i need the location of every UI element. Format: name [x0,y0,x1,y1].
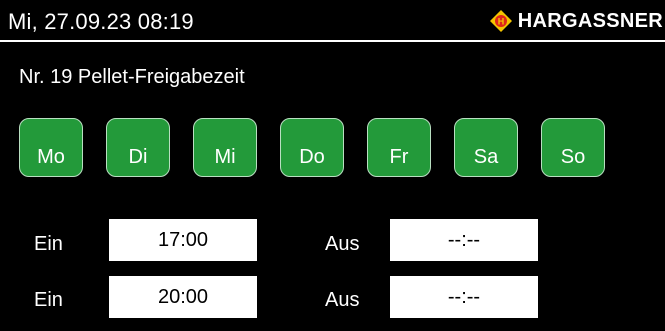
datetime-display: Mi, 27.09.23 08:19 [8,9,194,34]
day-button-do[interactable]: Do [280,118,344,177]
page-title: Nr. 19 Pellet-Freigabezeit [19,66,245,88]
day-button-mi[interactable]: Mi [193,118,257,177]
on-label-2: Ein [34,289,63,311]
off-time-field-2[interactable]: --:-- [390,276,538,318]
svg-text:H: H [498,17,505,27]
day-button-fr[interactable]: Fr [367,118,431,177]
brand-name: HARGASSNER [517,9,663,32]
on-time-field-2[interactable]: 20:00 [109,276,257,318]
hargassner-logo-icon: H [489,10,512,32]
day-button-sa[interactable]: Sa [454,118,518,177]
brand: H HARGASSNER [489,8,663,34]
off-time-field-1[interactable]: --:-- [390,219,538,261]
off-label-1: Aus [325,233,360,255]
on-time-field-1[interactable]: 17:00 [109,219,257,261]
status-bar: Mi, 27.09.23 08:19 H HARGASSNER [0,0,665,42]
day-button-mo[interactable]: Mo [19,118,83,177]
off-label-2: Aus [325,289,360,311]
day-button-so[interactable]: So [541,118,605,177]
day-button-di[interactable]: Di [106,118,170,177]
on-label-1: Ein [34,233,63,255]
